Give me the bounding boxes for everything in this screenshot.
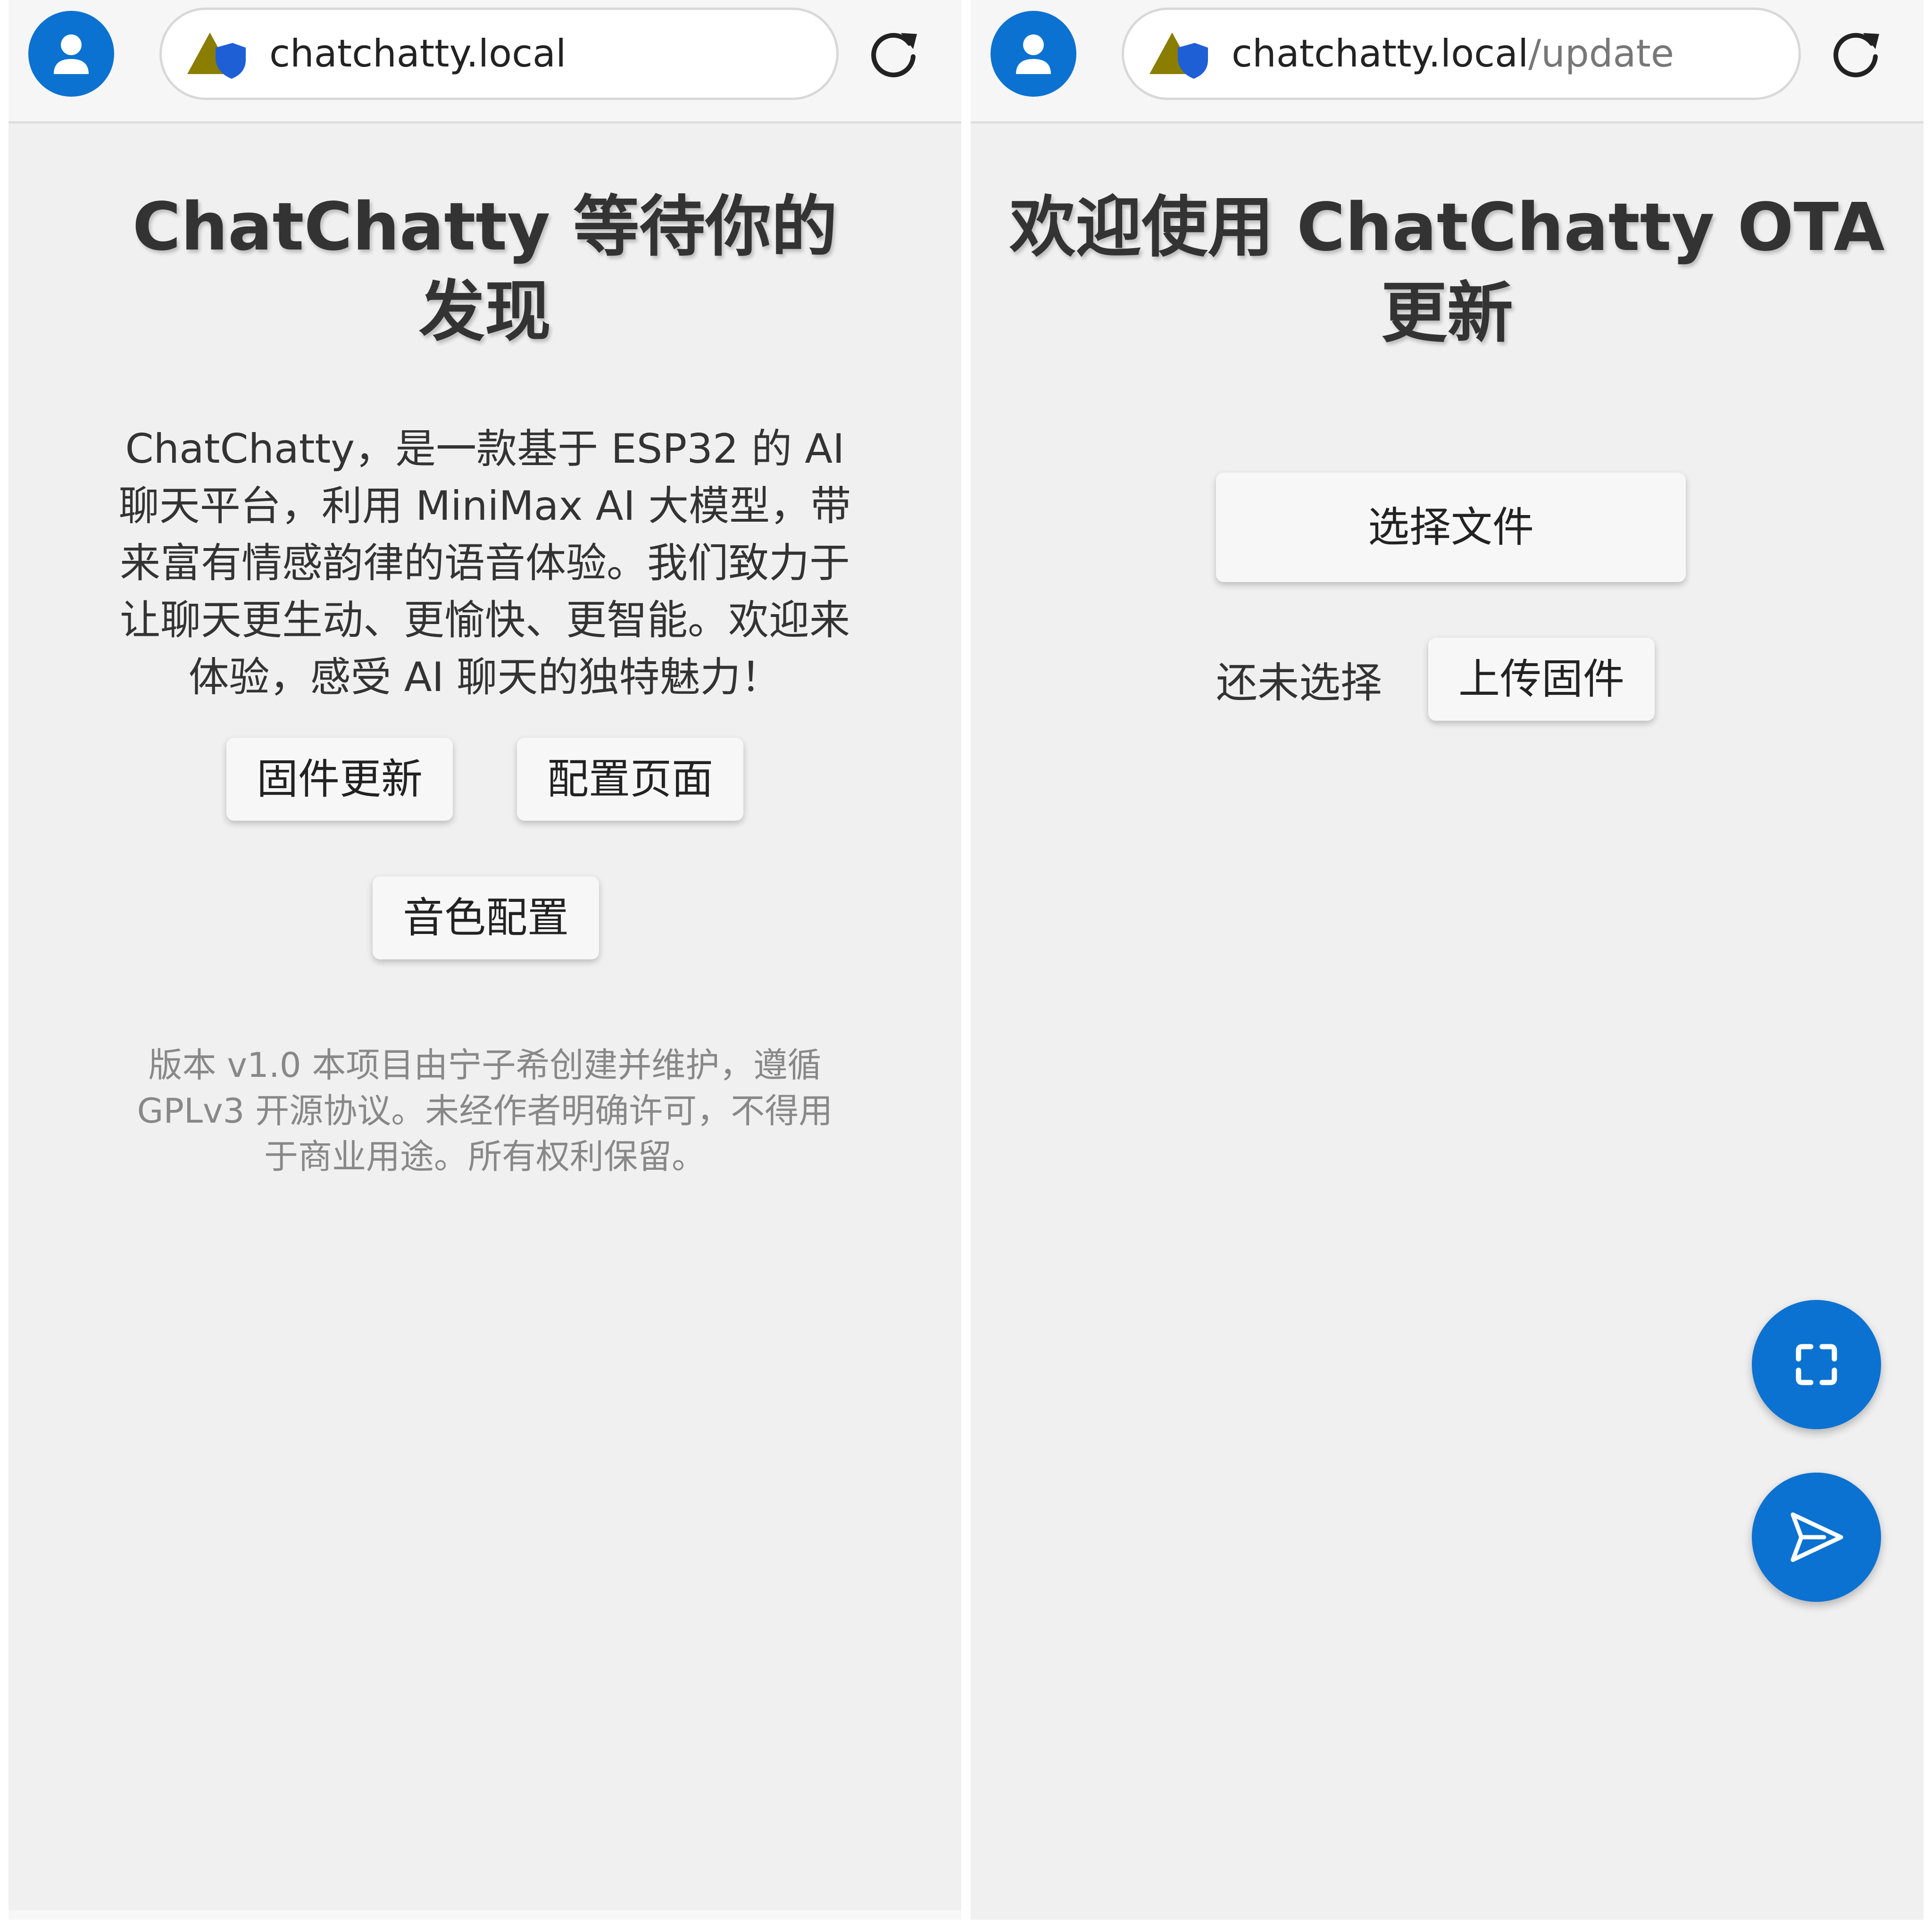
footer-copyright: 版本 v1.0 本项目由宁子希创建并维护，遵循 GPLv3 开源协议。未经作者明… — [137, 1045, 833, 1176]
firmware-update-button[interactable]: 固件更新 — [226, 738, 453, 821]
address-bar[interactable]: chatchatty.local — [159, 8, 839, 100]
ota-page-title: 欢迎使用 ChatChatty OTA 更新 — [1009, 189, 1885, 352]
home-content: ChatChatty 等待你的发现 ChatChatty，是一款基于 ESP32… — [112, 124, 858, 706]
reload-icon[interactable] — [1830, 27, 1882, 79]
upload-firmware-button[interactable]: 上传固件 — [1428, 638, 1655, 721]
file-selection-status: 还未选择 — [1216, 658, 1382, 707]
not-secure-shield-icon[interactable] — [186, 31, 248, 80]
bottom-edge — [8, 1910, 961, 1920]
url-text: chatchatty.local/update — [1232, 10, 1674, 98]
url-host: chatchatty.local — [269, 32, 566, 75]
voice-config-button[interactable]: 音色配置 — [373, 876, 599, 959]
url-text: chatchatty.local — [269, 10, 566, 98]
scan-icon — [1796, 1344, 1837, 1385]
user-icon — [54, 34, 89, 74]
url-host: chatchatty.local — [1232, 32, 1529, 75]
choose-file-button[interactable]: 选择文件 — [1216, 473, 1686, 582]
page-title: ChatChatty 等待你的发现 — [132, 189, 838, 350]
not-secure-shield-icon[interactable] — [1149, 31, 1210, 80]
send-fab[interactable] — [1752, 1473, 1881, 1602]
scan-fab[interactable] — [1752, 1300, 1881, 1429]
profile-avatar[interactable] — [991, 11, 1076, 97]
url-path: /update — [1528, 32, 1674, 75]
user-icon — [1016, 34, 1051, 74]
reload-icon[interactable] — [868, 27, 920, 79]
address-bar[interactable]: chatchatty.local/update — [1122, 8, 1801, 100]
ota-update-panel: chatchatty.local/update 欢迎使用 ChatChatty … — [971, 0, 1924, 1920]
config-page-button[interactable]: 配置页面 — [517, 738, 743, 821]
home-page-panel: chatchatty.local ChatChatty 等待你的发现 ChatC… — [8, 0, 961, 1920]
profile-avatar[interactable] — [28, 11, 114, 97]
browser-toolbar: chatchatty.local/update — [971, 0, 1924, 124]
project-description: ChatChatty，是一款基于 ESP32 的 AI 聊天平台，利用 Mini… — [118, 425, 851, 701]
browser-toolbar: chatchatty.local — [8, 0, 961, 124]
screenshot-stage: chatchatty.local ChatChatty 等待你的发现 ChatC… — [0, 0, 1932, 1932]
send-icon — [1790, 1512, 1843, 1562]
